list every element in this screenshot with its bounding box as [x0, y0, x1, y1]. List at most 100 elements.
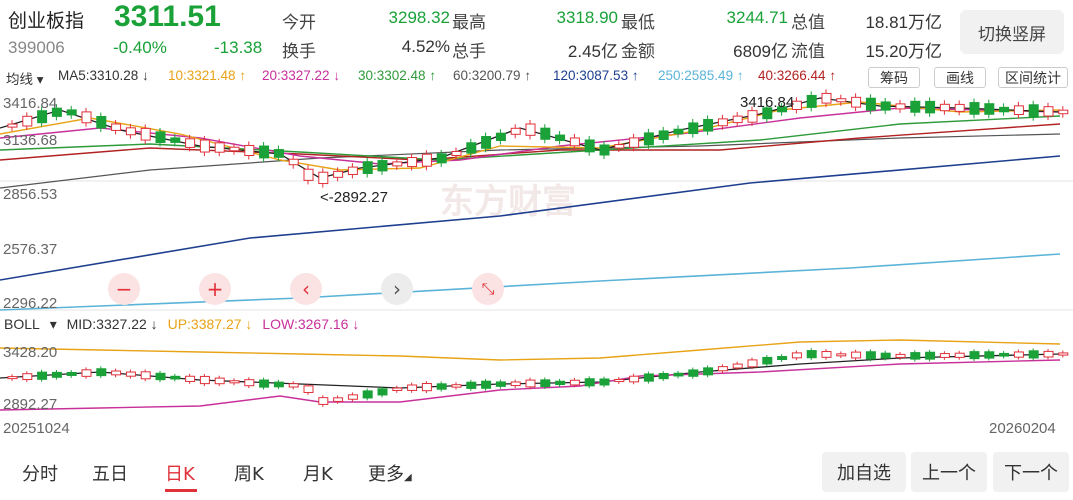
stat-value: 3318.90	[556, 8, 618, 27]
candle	[170, 375, 181, 380]
change-percent: -0.40%	[113, 38, 167, 57]
candle	[199, 375, 210, 385]
candle	[925, 351, 936, 360]
candle	[140, 127, 151, 141]
ma-selector[interactable]: 均线 ▾	[6, 68, 44, 88]
candle	[347, 166, 358, 175]
tab-more[interactable]: 更多◢	[368, 460, 412, 486]
switch-portrait-button[interactable]: 切换竖屏	[960, 10, 1064, 54]
watermark: 东方财富	[440, 182, 576, 222]
candle	[747, 110, 758, 123]
candle	[481, 136, 492, 149]
minus-icon[interactable]: −	[108, 273, 140, 305]
candle	[155, 372, 166, 381]
stat-label: 金额	[621, 42, 655, 62]
ma-legend-item: 40:3266.44 ↑	[758, 68, 837, 83]
candle	[865, 351, 876, 360]
candle	[555, 134, 566, 142]
candle	[658, 130, 669, 140]
candle	[185, 138, 196, 148]
date-start: 20251024	[3, 420, 70, 437]
tab-weekly-k[interactable]: 周K	[234, 460, 264, 486]
candle	[214, 142, 225, 153]
candle	[717, 366, 728, 372]
chevron-right-icon[interactable]: ›	[381, 273, 413, 305]
index-name: 创业板指	[8, 10, 85, 32]
candle	[865, 97, 876, 111]
candle	[658, 373, 669, 380]
candle	[436, 383, 447, 390]
candle	[732, 115, 743, 124]
stat-value: 6809亿	[733, 42, 788, 61]
candle	[584, 139, 595, 153]
candle	[66, 109, 77, 116]
candle	[806, 94, 817, 108]
boll-chart[interactable]	[0, 336, 1073, 416]
candle	[451, 384, 462, 388]
candle	[466, 381, 477, 389]
plus-icon[interactable]: +	[199, 273, 231, 305]
stat-label: 总值	[791, 13, 825, 33]
candle	[999, 106, 1010, 113]
candle	[910, 352, 921, 360]
candle	[1043, 350, 1054, 358]
candle	[22, 115, 33, 127]
candle	[7, 123, 18, 128]
candle	[525, 123, 536, 136]
candle	[688, 369, 699, 377]
candle	[643, 373, 654, 382]
candle	[703, 118, 714, 132]
candle	[954, 103, 965, 112]
candle	[66, 371, 77, 376]
next-button[interactable]: 下一个	[993, 452, 1069, 492]
candle	[377, 388, 388, 396]
tab-intraday[interactable]: 分时	[22, 460, 58, 486]
candle	[1058, 109, 1069, 115]
candle	[510, 127, 521, 135]
candle	[377, 160, 388, 172]
ma-legend-item: MA5:3310.28 ↓	[58, 68, 149, 83]
candle	[407, 384, 418, 391]
date-end: 20260204	[989, 420, 1056, 437]
candle	[303, 168, 314, 181]
candle	[703, 367, 714, 376]
previous-button[interactable]: 上一个	[911, 452, 987, 492]
tab-monthly-k[interactable]: 月K	[303, 460, 333, 486]
candle	[170, 137, 181, 143]
collapse-icon[interactable]: ⤡	[472, 273, 504, 305]
tab-five-day[interactable]: 五日	[92, 460, 128, 486]
stat-value: 2.45亿	[567, 42, 618, 61]
boll-selector[interactable]: BOLL ▾	[4, 316, 57, 332]
candle	[273, 149, 284, 158]
candle	[717, 118, 728, 127]
boll-y-label-1: 3428.20	[3, 344, 58, 361]
candle	[629, 137, 640, 148]
range-stats-button[interactable]: 区间统计	[998, 67, 1068, 88]
chevron-left-icon[interactable]: ‹	[290, 273, 322, 305]
candle	[155, 131, 166, 144]
candle	[629, 375, 640, 383]
candle	[895, 353, 906, 358]
ma-legend-item: 30:3302.48 ↑	[358, 68, 437, 83]
kline-chart[interactable]: 东方财富 3416.84 <-2892.27	[0, 88, 1073, 312]
candle	[481, 380, 492, 389]
ma-legend-item: 250:2585.49 ↑	[658, 68, 744, 83]
candle	[436, 153, 447, 164]
chips-button[interactable]: 筹码	[868, 67, 920, 88]
boll-up: UP:3387.27 ↓	[167, 316, 253, 332]
y-label-4: 2576.37	[3, 241, 58, 258]
add-watchlist-button[interactable]: 加自选	[822, 452, 906, 492]
candle	[969, 351, 980, 360]
candle	[880, 101, 891, 111]
candle	[288, 158, 299, 166]
candle	[244, 379, 255, 387]
ma-legend-item: 20:3327.22 ↓	[262, 68, 341, 83]
candle	[806, 350, 817, 359]
boll-y-label-2: 2892.27	[3, 396, 58, 413]
candle	[1013, 351, 1024, 358]
candle	[1028, 350, 1039, 359]
candle	[214, 377, 225, 385]
draw-line-button[interactable]: 画线	[934, 67, 986, 88]
tab-daily-k[interactable]: 日K	[165, 460, 195, 486]
candle	[96, 116, 107, 129]
